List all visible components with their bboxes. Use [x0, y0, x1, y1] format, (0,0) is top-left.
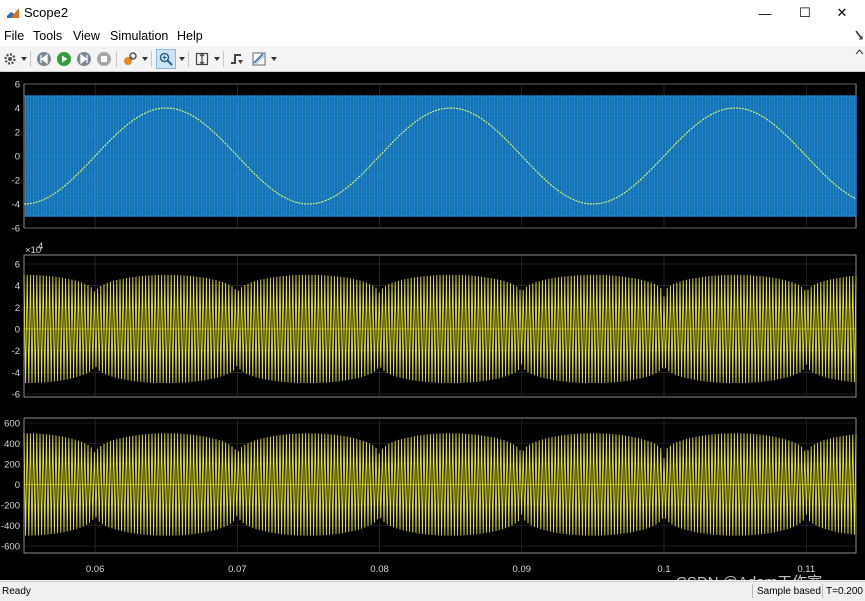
- y-tick-label: -4: [12, 368, 20, 379]
- highlight-icon: [124, 52, 137, 65]
- step-forward-icon: [77, 52, 91, 66]
- y-tick-label: 6: [15, 260, 20, 271]
- y-tick-label: 0: [15, 325, 20, 336]
- y-tick-label: 4: [15, 281, 20, 292]
- toolbar-separator: [30, 51, 31, 67]
- highlight-dropdown-icon[interactable]: [142, 57, 148, 61]
- status-sim-time: T=0.200: [826, 586, 863, 597]
- scale-axes-icon: [195, 52, 209, 66]
- y-tick-label: 2: [15, 303, 20, 314]
- step-back-button[interactable]: [35, 50, 53, 68]
- status-bar: Ready Sample based T=0.200: [0, 581, 865, 601]
- scope-plots: 6420-2-4-66420-2-4-6×1046004002000-200-4…: [1, 80, 857, 575]
- minimize-icon: —: [758, 5, 772, 21]
- y-tick-label: 0: [15, 480, 20, 491]
- y-tick-label: -4: [12, 200, 20, 211]
- scale-axes-button[interactable]: [193, 50, 211, 68]
- status-separator: [752, 584, 753, 598]
- step-back-icon: [37, 52, 51, 66]
- stop-button[interactable]: [95, 50, 113, 68]
- menu-help[interactable]: Help: [177, 29, 203, 43]
- settings-button[interactable]: [1, 50, 19, 68]
- scale-axes-dropdown-icon[interactable]: [214, 57, 220, 61]
- y-tick-label: 6: [15, 80, 20, 91]
- run-button[interactable]: [55, 50, 73, 68]
- matlab-icon: [6, 6, 20, 20]
- x-tick-label: 0.06: [86, 564, 105, 575]
- measurements-icon: [252, 52, 266, 66]
- close-button[interactable]: ✕: [819, 0, 865, 26]
- y-tick-label: 200: [4, 460, 20, 471]
- highlight-simulink-block-button[interactable]: [121, 50, 139, 68]
- toolbar-separator: [223, 51, 224, 67]
- collapse-toolbar-icon[interactable]: [855, 48, 864, 55]
- y-tick-label: 600: [4, 419, 20, 430]
- toolbar-separator: [188, 51, 189, 67]
- x-tick-label: 0.08: [370, 564, 389, 575]
- toolbar-separator: [151, 51, 152, 67]
- toolbar: [0, 46, 865, 72]
- menu-bar: File Tools View Simulation Help: [0, 26, 865, 46]
- x-tick-label: 0.07: [228, 564, 247, 575]
- y-tick-label: -400: [1, 521, 20, 532]
- y-tick-label: 2: [15, 128, 20, 139]
- status-sample-mode: Sample based: [757, 586, 821, 597]
- status-separator: [822, 584, 823, 598]
- y-tick-label: 0: [15, 152, 20, 163]
- zoom-dropdown-icon[interactable]: [179, 57, 185, 61]
- y-tick-label: 400: [4, 439, 20, 450]
- menu-tools[interactable]: Tools: [33, 29, 62, 43]
- measurements-button[interactable]: [250, 50, 268, 68]
- y-tick-label: 4: [15, 104, 20, 115]
- pin-icon[interactable]: [855, 30, 863, 40]
- run-icon: [57, 52, 71, 66]
- x-tick-label: 0.1: [657, 564, 670, 575]
- x-tick-label: 0.09: [513, 564, 532, 575]
- menu-simulation[interactable]: Simulation: [110, 29, 168, 43]
- triggers-button[interactable]: [228, 50, 246, 68]
- menu-file[interactable]: File: [4, 29, 24, 43]
- y-tick-label: -600: [1, 542, 20, 553]
- window-title: Scope2: [24, 5, 69, 20]
- close-icon: ✕: [836, 5, 848, 20]
- maximize-icon: ☐: [799, 5, 811, 20]
- y-tick-label: -200: [1, 501, 20, 512]
- y-tick-label: -6: [12, 390, 20, 401]
- y-exponent-label: 4: [38, 241, 43, 252]
- toolbar-separator: [116, 51, 117, 67]
- settings-dropdown-icon[interactable]: [21, 57, 27, 61]
- settings-icon: [4, 53, 16, 65]
- scope-display: 6 4 2 0 -2 -4 -6 6 4 2 0 -2 -4 -6 ×10 4 600 400 200 0 -200 -4…: [0, 72, 865, 580]
- measurements-dropdown-icon[interactable]: [271, 57, 277, 61]
- zoom-icon: [159, 52, 173, 66]
- triggers-icon: [231, 54, 243, 64]
- status-ready: Ready: [2, 586, 31, 597]
- zoom-in-button[interactable]: [156, 49, 176, 69]
- menu-view[interactable]: View: [73, 29, 100, 43]
- y-tick-label: -2: [12, 176, 20, 187]
- stop-icon: [97, 52, 111, 66]
- y-tick-label: -6: [12, 224, 20, 235]
- step-forward-button[interactable]: [75, 50, 93, 68]
- y-tick-label: -2: [12, 346, 20, 357]
- title-bar: Scope2 — ☐ ✕: [0, 0, 865, 26]
